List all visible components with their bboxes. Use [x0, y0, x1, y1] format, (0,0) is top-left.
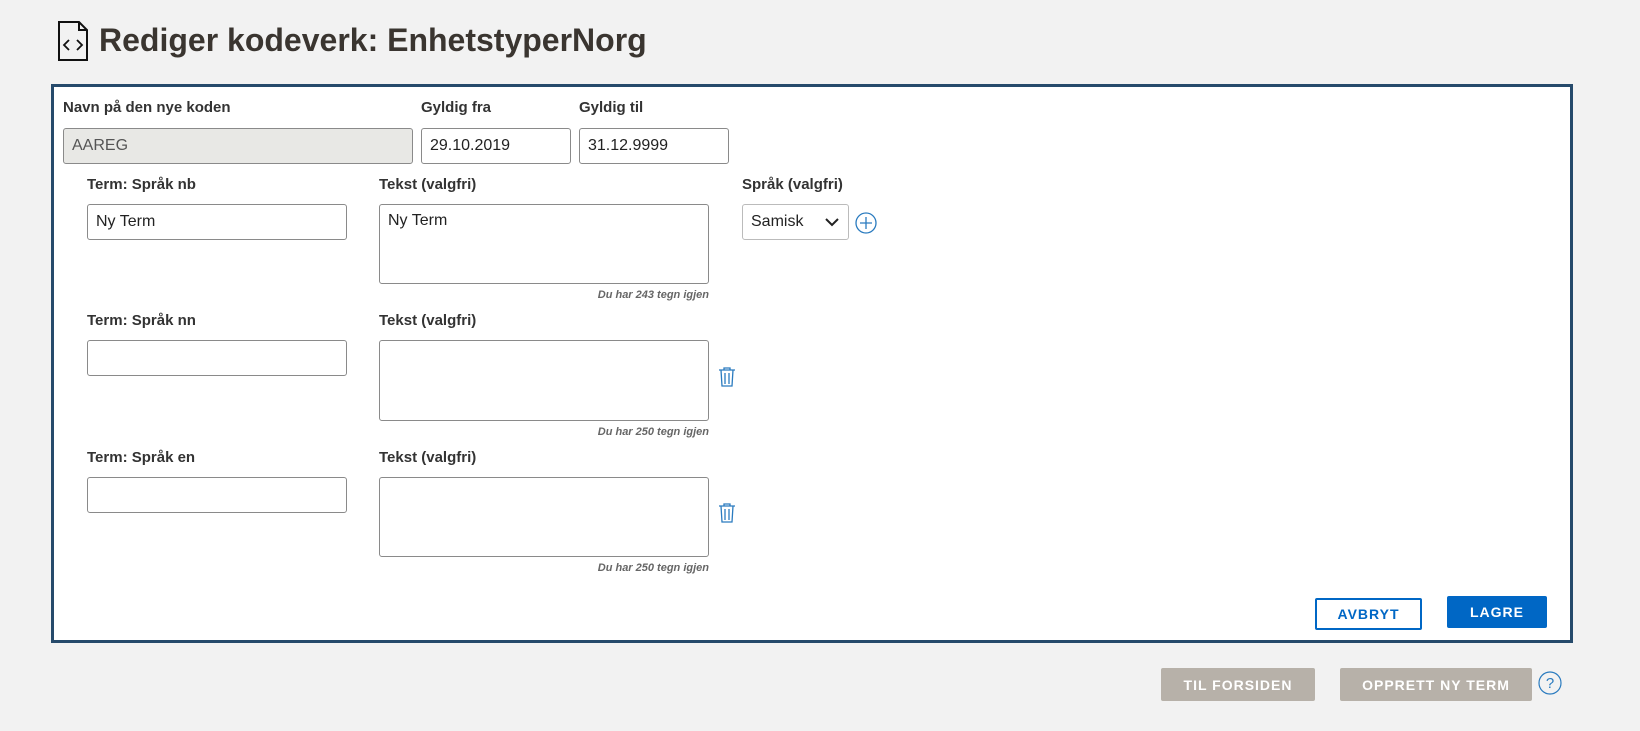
language-select[interactable]: Samisk: [742, 204, 849, 240]
language-value: Samisk: [751, 213, 804, 230]
text-label: Tekst (valgfri): [379, 449, 477, 466]
text-textarea[interactable]: Ny Term: [379, 204, 709, 284]
trash-icon[interactable]: [717, 366, 737, 388]
valid-to-label: Gyldig til: [579, 99, 644, 116]
term-label: Term: Språk nn: [87, 312, 196, 329]
char-counter: Du har 243 tegn igjen: [597, 289, 709, 301]
create-term-button[interactable]: OPPRETT NY TERM: [1340, 668, 1532, 701]
term-input[interactable]: Ny Term: [87, 204, 347, 240]
valid-to-input[interactable]: 31.12.9999: [579, 128, 729, 164]
valid-from-input[interactable]: 29.10.2019: [421, 128, 571, 164]
name-label: Navn på den nye koden: [63, 99, 231, 116]
char-counter: Du har 250 tegn igjen: [597, 562, 709, 574]
text-textarea[interactable]: [379, 477, 709, 557]
home-button[interactable]: TIL FORSIDEN: [1161, 668, 1315, 701]
text-label: Tekst (valgfri): [379, 176, 477, 193]
term-label: Term: Språk en: [87, 449, 196, 466]
save-button[interactable]: LAGRE: [1447, 596, 1547, 628]
code-file-icon: [58, 21, 88, 61]
valid-from-label: Gyldig fra: [421, 99, 492, 116]
term-input[interactable]: [87, 340, 347, 376]
term-label: Term: Språk nb: [87, 176, 196, 193]
help-icon[interactable]: ?: [1538, 671, 1562, 695]
text-label: Tekst (valgfri): [379, 312, 477, 329]
term-input[interactable]: [87, 477, 347, 513]
trash-icon[interactable]: [717, 502, 737, 524]
svg-text:?: ?: [1546, 675, 1554, 692]
text-textarea[interactable]: [379, 340, 709, 421]
page-title: Rediger kodeverk: EnhetstyperNorg: [99, 22, 647, 58]
language-label: Språk (valgfri): [742, 176, 843, 193]
name-input[interactable]: AAREG: [63, 128, 413, 164]
cancel-button[interactable]: AVBRYT: [1315, 598, 1422, 630]
chevron-down-icon: [825, 218, 839, 227]
add-language-icon[interactable]: [855, 212, 877, 234]
char-counter: Du har 250 tegn igjen: [597, 426, 709, 438]
